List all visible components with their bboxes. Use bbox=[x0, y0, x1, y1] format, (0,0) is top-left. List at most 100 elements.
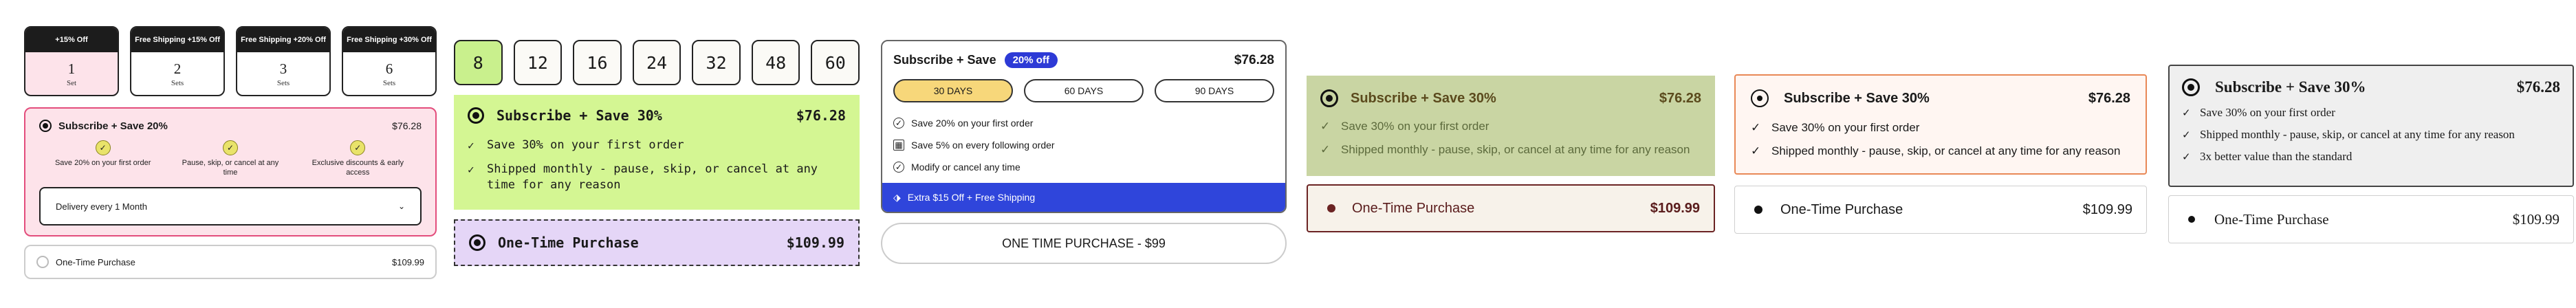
subscribe-label: Subscribe + Save 20% bbox=[58, 120, 168, 132]
pack-count: 1 bbox=[67, 60, 76, 77]
pack-option-2[interactable]: Free Shipping +15% Off 2 Sets bbox=[130, 26, 225, 96]
radio-selected-icon[interactable] bbox=[39, 120, 52, 132]
size-option[interactable]: 32 bbox=[692, 40, 741, 85]
calendar-icon: ▦ bbox=[893, 140, 904, 151]
subscribe-label: Subscribe + Save 30% bbox=[496, 107, 662, 124]
green-subscription-widget: 8 12 16 24 32 48 60 Subscribe + Save 30%… bbox=[454, 0, 860, 308]
size-selector: 8 12 16 24 32 48 60 bbox=[454, 40, 860, 85]
onetime-option[interactable]: One-Time Purchase $109.99 bbox=[454, 219, 860, 266]
onetime-option[interactable]: One-Time Purchase $109.99 bbox=[2168, 195, 2574, 243]
radio-icon[interactable] bbox=[469, 234, 485, 251]
tab-30-days[interactable]: 30 DAYS bbox=[893, 79, 1013, 102]
radio-dot-icon[interactable] bbox=[1327, 204, 1335, 212]
benefit-list: ✓ Save 30% on your first order ✓ Shipped m… bbox=[468, 138, 846, 193]
subscribe-option[interactable]: Subscribe + Save 30% $76.28 ✓ Save 30% on… bbox=[454, 95, 860, 210]
subscribe-card[interactable]: Subscribe + Save 20% off $76.28 30 DAYS … bbox=[881, 40, 1287, 213]
onetime-price: $109.99 bbox=[1650, 200, 1700, 216]
size-option[interactable]: 48 bbox=[751, 40, 800, 85]
subscribe-price: $76.28 bbox=[2516, 78, 2560, 96]
benefit-item: ✓ Save 30% on your first order bbox=[468, 138, 684, 152]
size-option[interactable]: 12 bbox=[513, 40, 563, 85]
onetime-option[interactable]: One-Time Purchase $109.99 bbox=[24, 245, 437, 279]
radio-selected-icon[interactable] bbox=[468, 107, 484, 124]
check-icon: ✓ bbox=[2182, 151, 2191, 163]
onetime-label: One-Time Purchase bbox=[1780, 201, 1903, 217]
benefit-item: ✓ Save 20% on your first order bbox=[52, 140, 155, 177]
onetime-label: One-Time Purchase bbox=[498, 234, 639, 251]
tab-60-days[interactable]: 60 DAYS bbox=[1024, 79, 1144, 102]
onetime-option[interactable]: One-Time Purchase $109.99 bbox=[1734, 186, 2147, 234]
benefit-item: ✓ Save 30% on your first order bbox=[2182, 106, 2335, 119]
radio-dot-icon[interactable] bbox=[2188, 216, 2195, 223]
benefit-list: ✓ Save 30% on your first order ✓ Shipped m… bbox=[1320, 120, 1701, 157]
onetime-label: One-Time Purchase bbox=[1352, 200, 1475, 216]
pack-selector: +15% Off 1 Set Free Shipping +15% Off 2 … bbox=[24, 26, 437, 96]
benefit-list: ✓ Save 20% on your first order ✓ Pause, sk… bbox=[39, 140, 422, 177]
onetime-label: One-Time Purchase bbox=[56, 256, 135, 267]
frequency-tabs: 30 DAYS 60 DAYS 90 DAYS bbox=[882, 68, 1285, 102]
radio-dot-icon[interactable] bbox=[1754, 206, 1762, 214]
size-option[interactable]: 16 bbox=[573, 40, 622, 85]
delivery-value: Delivery every 1 Month bbox=[56, 201, 147, 212]
tab-90-days[interactable]: 90 DAYS bbox=[1155, 79, 1274, 102]
subscribe-option[interactable]: Subscribe + Save 30% $76.28 ✓ Save 30% on… bbox=[2168, 65, 2574, 187]
radio-unselected-icon[interactable] bbox=[36, 256, 49, 268]
subscribe-option[interactable]: Subscribe + Save 30% $76.28 ✓ Save 30% on… bbox=[1734, 74, 2147, 175]
pack-count: 6 bbox=[385, 60, 393, 77]
benefit-list: ✓ Save 30% on your first order ✓ Shipped m… bbox=[2182, 106, 2560, 164]
benefit-item: ✓ 3x better value than the standard bbox=[2182, 150, 2353, 163]
pack-option-1[interactable]: +15% Off 1 Set bbox=[24, 26, 119, 96]
tag-icon: ⬗ bbox=[893, 191, 901, 203]
subscribe-label: Subscribe + Save 30% bbox=[1351, 90, 1496, 106]
size-option[interactable]: 60 bbox=[811, 40, 860, 85]
pack-option-6[interactable]: Free Shipping +30% Off 6 Sets bbox=[342, 26, 437, 96]
pack-count: 2 bbox=[173, 60, 182, 77]
benefit-item: ✓ Save 20% on your first order bbox=[893, 112, 1274, 134]
subscribe-option[interactable]: Subscribe + Save 30% $76.28 ✓ Save 30% on… bbox=[1307, 76, 1715, 176]
onetime-option[interactable]: One-Time Purchase $109.99 bbox=[1307, 184, 1715, 232]
subscribe-label: Subscribe + Save 30% bbox=[1784, 90, 1930, 106]
pack-option-3[interactable]: Free Shipping +20% Off 3 Sets bbox=[236, 26, 331, 96]
promo-bar: ⬗ Extra $15 Off + Free Shipping bbox=[882, 183, 1285, 212]
check-icon: ✓ bbox=[468, 139, 474, 152]
benefit-item: ✓ Exclusive discounts & early access bbox=[306, 140, 409, 177]
onetime-label: One-Time Purchase bbox=[2214, 210, 2329, 228]
onetime-price: $109.99 bbox=[786, 234, 844, 251]
pack-unit: Sets bbox=[276, 79, 290, 87]
radio-selected-icon[interactable] bbox=[2182, 78, 2200, 96]
check-icon: ✓ bbox=[1320, 120, 1331, 133]
subscribe-price: $76.28 bbox=[392, 120, 422, 131]
benefit-item: ✓ Shipped monthly - pause, skip, or cance… bbox=[1320, 143, 1690, 156]
benefit-item: ✓ Shipped monthly - pause, skip, or cance… bbox=[1751, 144, 2121, 157]
check-icon: ✓ bbox=[222, 140, 238, 155]
blue-subscription-widget: Subscribe + Save 20% off $76.28 30 DAYS … bbox=[881, 0, 1287, 308]
check-icon: ✓ bbox=[1751, 121, 1761, 134]
subscribe-option[interactable]: Subscribe + Save 20% $76.28 ✓ Save 20% on… bbox=[24, 107, 437, 236]
size-option[interactable]: 24 bbox=[632, 40, 681, 85]
pack-badge: +15% Off bbox=[25, 28, 118, 52]
subscribe-price: $76.28 bbox=[1234, 52, 1274, 67]
pack-unit: Sets bbox=[171, 79, 184, 87]
pack-badge: Free Shipping +20% Off bbox=[237, 28, 329, 52]
delivery-frequency-select[interactable]: Delivery every 1 Month ⌄ bbox=[39, 187, 422, 226]
benefit-item: ✓ Shipped monthly - pause, skip, or cance… bbox=[2182, 128, 2515, 141]
olive-subscription-widget: Subscribe + Save 30% $76.28 ✓ Save 30% on… bbox=[1307, 0, 1715, 308]
check-icon: ✓ bbox=[1320, 143, 1331, 156]
benefit-item: ▦ Save 5% on every following order bbox=[893, 134, 1274, 156]
pack-unit: Set bbox=[66, 79, 77, 87]
benefit-list: ✓ Save 30% on your first order ✓ Shipped m… bbox=[1751, 121, 2130, 158]
pack-count: 3 bbox=[279, 60, 287, 77]
radio-selected-icon[interactable] bbox=[1751, 89, 1769, 107]
onetime-price: $109.99 bbox=[392, 256, 424, 267]
check-circle-icon: ✓ bbox=[893, 118, 904, 129]
benefit-list: ✓ Save 20% on your first order ▦ Save 5% o… bbox=[882, 102, 1285, 178]
radio-selected-icon[interactable] bbox=[1320, 89, 1338, 107]
check-icon: ✓ bbox=[1751, 144, 1761, 157]
subscribe-label: Subscribe + Save 30% bbox=[2215, 78, 2366, 96]
size-option[interactable]: 8 bbox=[454, 40, 503, 85]
subscribe-price: $76.28 bbox=[796, 107, 846, 124]
check-icon: ✓ bbox=[95, 140, 111, 155]
onetime-purchase-button[interactable]: ONE TIME PURCHASE - $99 bbox=[881, 223, 1287, 264]
pack-badge: Free Shipping +30% Off bbox=[343, 28, 435, 52]
check-icon: ✓ bbox=[468, 163, 474, 176]
